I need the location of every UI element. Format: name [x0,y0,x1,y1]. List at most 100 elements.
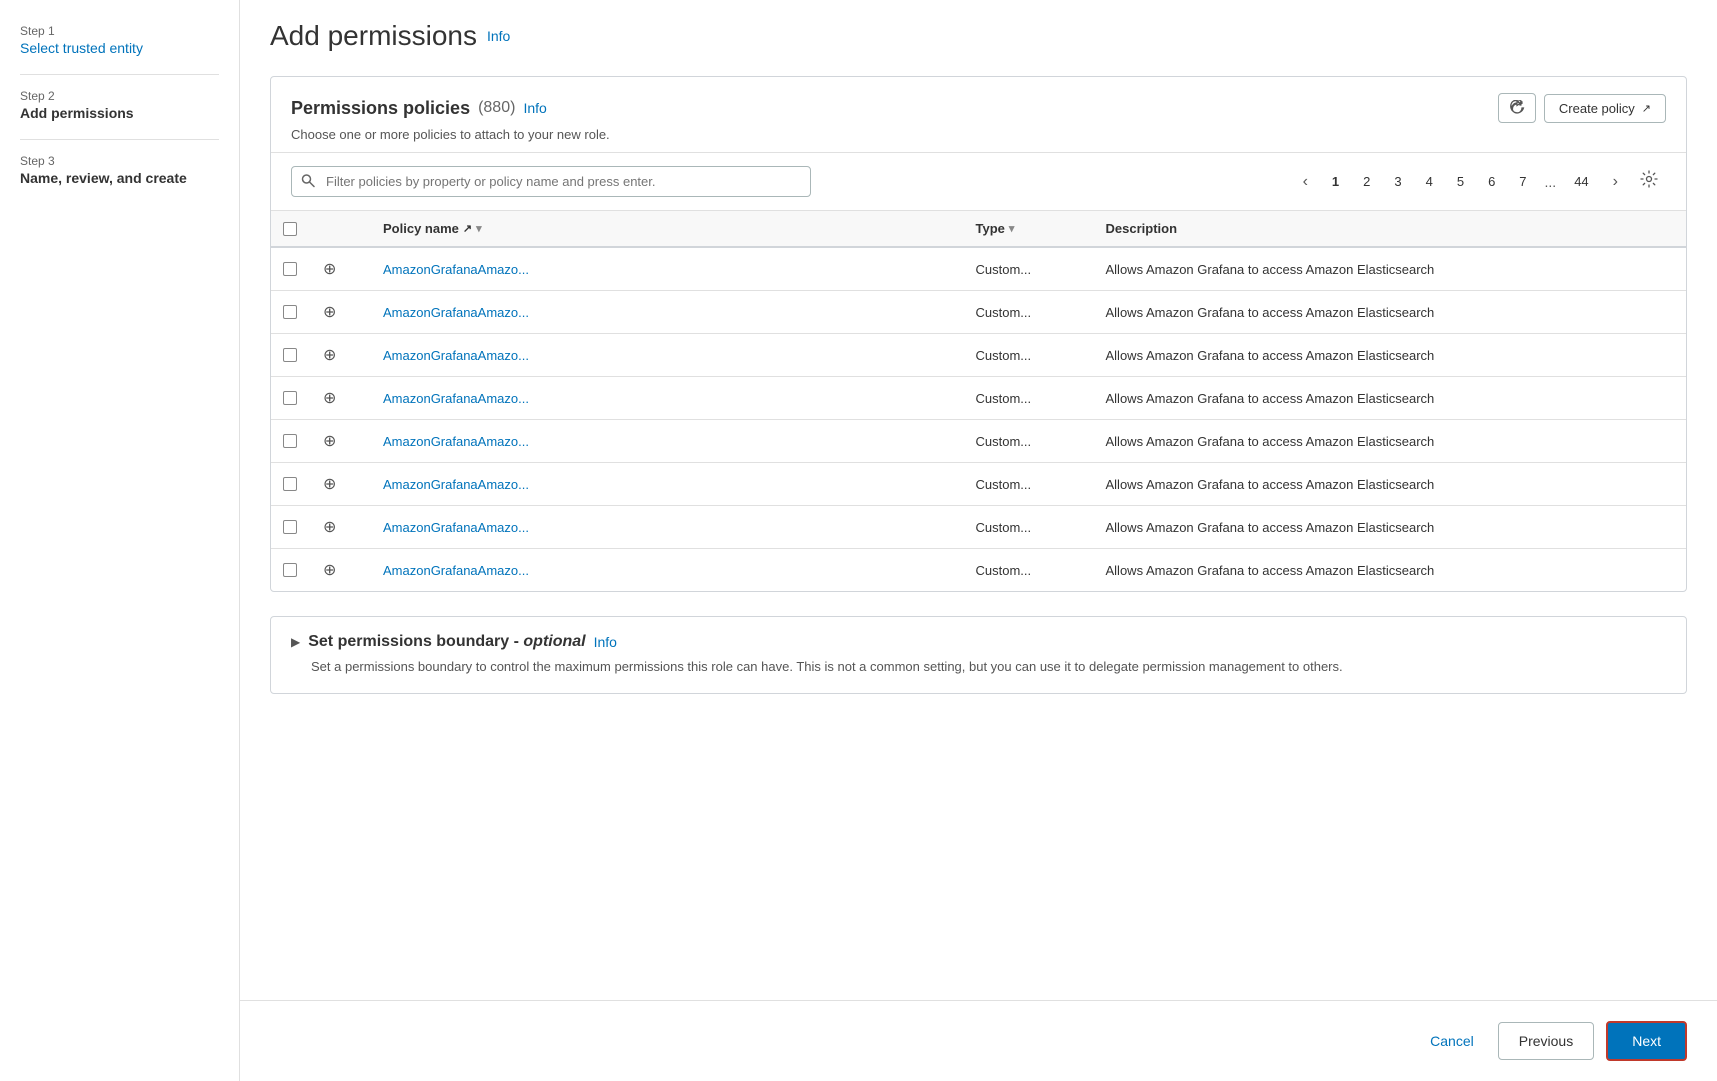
pagination-next[interactable]: › [1603,167,1628,197]
create-policy-button[interactable]: Create policy ↗ [1544,94,1666,123]
section-subtitle: Choose one or more policies to attach to… [291,127,1666,142]
collapse-arrow[interactable]: ▶ [291,635,300,649]
permissions-section: Permissions policies (880) Info Creat [270,76,1687,592]
td-checkbox [271,391,311,405]
td-description-3: Allows Amazon Grafana to access Amazon E… [1094,391,1687,406]
sidebar-step2: Step 2 Add permissions [20,89,219,121]
sidebar-step1: Step 1 Select trusted entity [20,24,219,56]
th-type[interactable]: Type ▾ [964,221,1094,236]
step-divider-2 [20,139,219,140]
td-type-0: Custom... [964,262,1094,277]
td-policy-name-1[interactable]: AmazonGrafanaAmazo... [371,305,964,320]
th-policy-name[interactable]: Policy name ↗ ▾ [371,221,964,236]
table-body: ⊕ AmazonGrafanaAmazo... Custom... Allows… [271,248,1686,591]
settings-icon [1640,170,1658,188]
td-expand: ⊕ [311,345,371,365]
row-checkbox-5[interactable] [283,477,297,491]
search-row: ‹ 1 2 3 4 5 6 7 ... 44 › [271,153,1686,211]
td-policy-name-4[interactable]: AmazonGrafanaAmazo... [371,434,964,449]
table-settings-button[interactable] [1632,165,1666,198]
row-checkbox-7[interactable] [283,563,297,577]
td-expand: ⊕ [311,302,371,322]
page-btn-4[interactable]: 4 [1416,168,1443,195]
page-title-row: Add permissions Info [270,20,1687,52]
row-checkbox-1[interactable] [283,305,297,319]
footer: Cancel Previous Next [240,1000,1717,1081]
td-expand: ⊕ [311,474,371,494]
row-checkbox-2[interactable] [283,348,297,362]
td-policy-name-3[interactable]: AmazonGrafanaAmazo... [371,391,964,406]
row-checkbox-6[interactable] [283,520,297,534]
td-policy-name-6[interactable]: AmazonGrafanaAmazo... [371,520,964,535]
page-btn-7[interactable]: 7 [1509,168,1536,195]
td-type-7: Custom... [964,563,1094,578]
section-actions: Create policy ↗ [1498,93,1666,123]
step-divider-1 [20,74,219,75]
th-description: Description [1094,221,1687,236]
th-policy-name-label: Policy name [383,221,459,236]
table-row: ⊕ AmazonGrafanaAmazo... Custom... Allows… [271,248,1686,291]
td-description-4: Allows Amazon Grafana to access Amazon E… [1094,434,1687,449]
expand-icon-3[interactable]: ⊕ [323,388,336,408]
pagination: ‹ 1 2 3 4 5 6 7 ... 44 › [1293,165,1666,198]
section-title-row: Permissions policies (880) Info Creat [291,93,1666,123]
sort-icon-policy: ▾ [476,222,482,235]
td-expand: ⊕ [311,431,371,451]
td-description-6: Allows Amazon Grafana to access Amazon E… [1094,520,1687,535]
td-type-6: Custom... [964,520,1094,535]
expand-icon-1[interactable]: ⊕ [323,302,336,322]
expand-icon-2[interactable]: ⊕ [323,345,336,365]
previous-button[interactable]: Previous [1498,1022,1594,1060]
row-checkbox-0[interactable] [283,262,297,276]
page-btn-3[interactable]: 3 [1384,168,1411,195]
td-policy-name-2[interactable]: AmazonGrafanaAmazo... [371,348,964,363]
sort-icon-type: ▾ [1009,222,1015,235]
page-btn-2[interactable]: 2 [1353,168,1380,195]
next-button[interactable]: Next [1606,1021,1687,1061]
step1-name[interactable]: Select trusted entity [20,40,219,56]
page-btn-last[interactable]: 44 [1564,168,1598,195]
td-policy-name-7[interactable]: AmazonGrafanaAmazo... [371,563,964,578]
th-expand [311,221,371,236]
td-description-0: Allows Amazon Grafana to access Amazon E… [1094,262,1687,277]
sidebar: Step 1 Select trusted entity Step 2 Add … [0,0,240,1081]
td-expand: ⊕ [311,517,371,537]
refresh-button[interactable] [1498,93,1536,123]
row-checkbox-3[interactable] [283,391,297,405]
page-btn-1[interactable]: 1 [1322,168,1349,195]
search-input[interactable] [291,166,811,197]
section-info-link[interactable]: Info [523,100,546,116]
page-btn-5[interactable]: 5 [1447,168,1474,195]
page-btn-6[interactable]: 6 [1478,168,1505,195]
external-link-icon: ↗ [1642,102,1651,115]
expand-icon-5[interactable]: ⊕ [323,474,336,494]
step3-label: Step 3 [20,154,219,168]
step2-label: Step 2 [20,89,219,103]
table-header: Policy name ↗ ▾ Type ▾ Description [271,211,1686,248]
page-info-link[interactable]: Info [487,28,510,44]
boundary-content: ▶ Set permissions boundary - optional In… [271,617,1686,693]
expand-icon-7[interactable]: ⊕ [323,560,336,580]
td-policy-name-0[interactable]: AmazonGrafanaAmazo... [371,262,964,277]
expand-icon-0[interactable]: ⊕ [323,259,336,279]
row-checkbox-4[interactable] [283,434,297,448]
td-description-2: Allows Amazon Grafana to access Amazon E… [1094,348,1687,363]
th-description-label: Description [1106,221,1178,236]
td-checkbox [271,477,311,491]
boundary-title-italic: optional [523,633,585,650]
pagination-prev[interactable]: ‹ [1293,167,1318,197]
boundary-title-row: ▶ Set permissions boundary - optional In… [291,633,1666,651]
th-type-label: Type [976,221,1005,236]
td-type-5: Custom... [964,477,1094,492]
table-row: ⊕ AmazonGrafanaAmazo... Custom... Allows… [271,291,1686,334]
td-description-5: Allows Amazon Grafana to access Amazon E… [1094,477,1687,492]
cancel-button[interactable]: Cancel [1418,1025,1486,1057]
td-policy-name-5[interactable]: AmazonGrafanaAmazo... [371,477,964,492]
search-icon [301,173,315,190]
expand-icon-6[interactable]: ⊕ [323,517,336,537]
boundary-info-link[interactable]: Info [594,634,617,650]
select-all-checkbox[interactable] [283,222,297,236]
th-checkbox [271,221,311,236]
expand-icon-4[interactable]: ⊕ [323,431,336,451]
section-title: Permissions policies [291,98,470,119]
